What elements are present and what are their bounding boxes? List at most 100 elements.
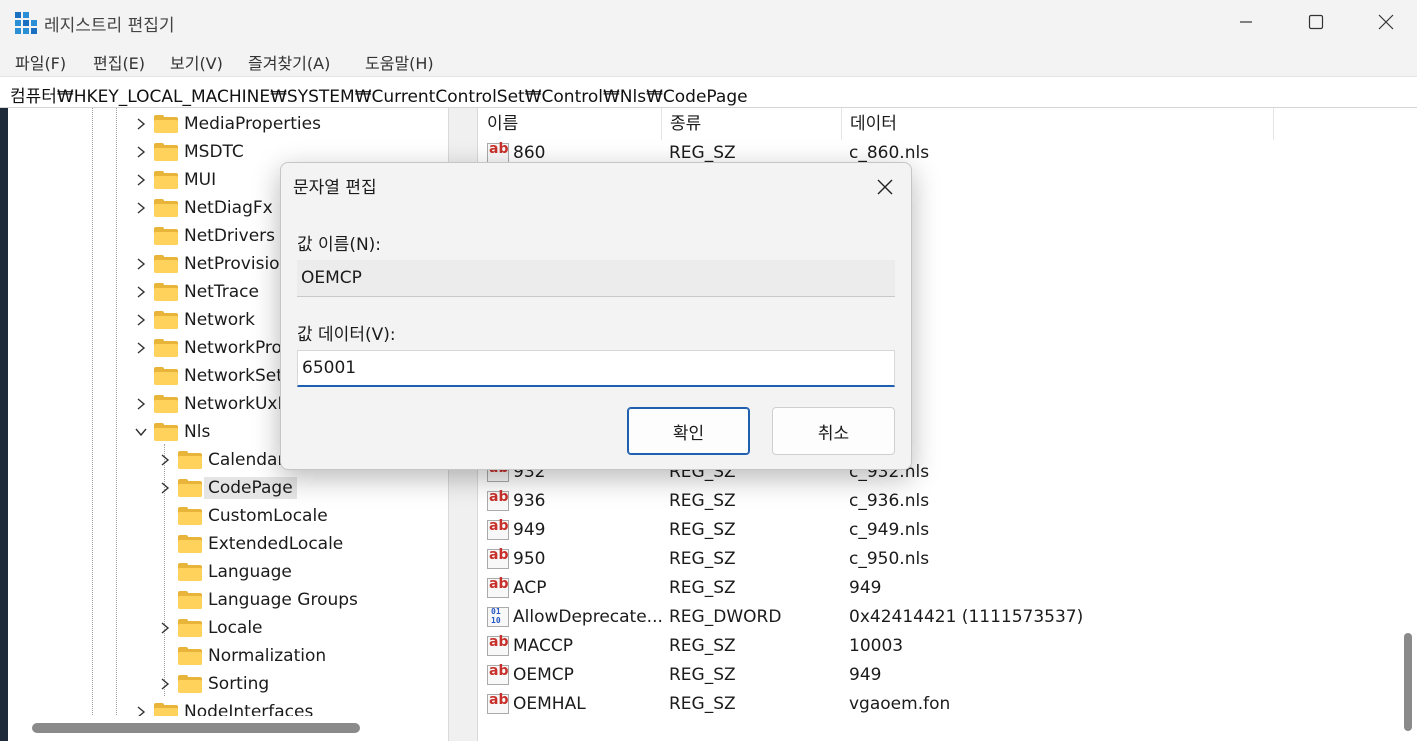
folder-icon	[154, 423, 178, 441]
value-data-cell: 949	[849, 665, 882, 685]
tree-node[interactable]: Sorting	[158, 670, 269, 698]
list-row[interactable]: OEMHAL REG_SZ vgaoem.fon	[479, 691, 1399, 720]
tree-node[interactable]: NetDrivers	[134, 222, 275, 250]
value-name-cell: ACP	[513, 578, 547, 598]
value-type-cell: REG_SZ	[669, 491, 736, 511]
chevron-down-icon[interactable]	[134, 425, 148, 439]
list-vertical-scrollbar[interactable]	[1400, 108, 1417, 741]
folder-icon	[154, 367, 178, 385]
chevron-right-icon[interactable]	[134, 201, 148, 215]
tree-node[interactable]: CodePage	[158, 474, 297, 502]
chevron-right-icon[interactable]	[134, 173, 148, 187]
column-name[interactable]: 이름	[479, 108, 662, 140]
tree-node[interactable]: Network	[134, 306, 255, 334]
chevron-right-icon[interactable]	[134, 257, 148, 271]
value-data-cell: c_936.nls	[849, 491, 930, 511]
menu-view[interactable]: 보기(V)	[170, 50, 223, 74]
tree-node-label: ExtendedLocale	[208, 534, 344, 554]
tree-node-label: Language Groups	[208, 590, 358, 610]
chevron-right-icon[interactable]	[134, 341, 148, 355]
value-name-cell: AllowDeprecate...	[513, 607, 663, 627]
folder-icon	[178, 675, 202, 693]
dialog-title: 문자열 편집	[293, 178, 377, 198]
value-name-field[interactable]	[297, 260, 895, 297]
tree-node[interactable]: Language Groups	[158, 586, 358, 614]
tree-node-label: NetDrivers	[184, 226, 276, 246]
chevron-right-icon[interactable]	[134, 397, 148, 411]
value-type-cell: REG_DWORD	[669, 607, 782, 627]
folder-icon	[178, 535, 202, 553]
dialog-close-button[interactable]	[871, 173, 899, 201]
list-row[interactable]: OEMCP REG_SZ 949	[479, 662, 1399, 691]
chevron-right-icon[interactable]	[134, 145, 148, 159]
background-window-strip	[0, 108, 8, 741]
value-type-cell: REG_SZ	[669, 665, 736, 685]
column-type[interactable]: 종류	[662, 108, 842, 140]
list-row[interactable]: 936 REG_SZ c_936.nls	[479, 488, 1399, 517]
list-row[interactable]: 950 REG_SZ c_950.nls	[479, 546, 1399, 575]
tree-node[interactable]: Locale	[158, 614, 263, 642]
list-row[interactable]: 949 REG_SZ c_949.nls	[479, 517, 1399, 546]
tree-node[interactable]: Calendars	[158, 446, 293, 474]
tree-node-label: MSDTC	[184, 142, 244, 162]
chevron-right-icon[interactable]	[134, 285, 148, 299]
minimize-button[interactable]	[1210, 0, 1282, 44]
menu-file[interactable]: 파일(F)	[15, 50, 66, 74]
tree-node[interactable]: Language	[158, 558, 292, 586]
tree-node[interactable]: MSDTC	[134, 138, 244, 166]
tree-scroll-thumb[interactable]	[32, 723, 360, 733]
maximize-button[interactable]	[1280, 0, 1352, 44]
string-value-icon	[487, 634, 509, 656]
tree-node[interactable]: ExtendedLocale	[158, 530, 343, 558]
tree-node[interactable]: CustomLocale	[158, 502, 328, 530]
list-row[interactable]: ACP REG_SZ 949	[479, 575, 1399, 604]
folder-icon	[178, 451, 202, 469]
menu-help[interactable]: 도움말(H)	[365, 50, 434, 74]
ok-button[interactable]: 확인	[627, 407, 750, 455]
chevron-right-icon[interactable]	[134, 313, 148, 327]
tree-horizontal-scrollbar[interactable]	[8, 716, 448, 741]
title-bar: 레지스트리 편집기	[0, 0, 1417, 44]
folder-icon	[178, 619, 202, 637]
chevron-right-icon[interactable]	[158, 677, 172, 691]
tree-node[interactable]: MediaProperties	[134, 110, 321, 138]
tree-node[interactable]: NetProvision	[134, 250, 290, 278]
value-data-field[interactable]	[297, 350, 895, 387]
folder-icon	[178, 591, 202, 609]
value-name-label: 값 이름(N):	[297, 235, 382, 255]
list-scroll-thumb[interactable]	[1404, 633, 1412, 731]
value-name-cell: 950	[513, 549, 546, 569]
cancel-button[interactable]: 취소	[772, 407, 895, 455]
chevron-right-icon[interactable]	[158, 481, 172, 495]
tree-node[interactable]: MUI	[134, 166, 216, 194]
menu-edit[interactable]: 편집(E)	[93, 50, 145, 74]
chevron-right-icon[interactable]	[134, 117, 148, 131]
address-path[interactable]: 컴퓨터₩HKEY_LOCAL_MACHINE₩SYSTEM₩CurrentCon…	[10, 82, 748, 107]
close-button[interactable]	[1350, 0, 1417, 44]
value-data-cell: 0x42414421 (1111573537)	[849, 607, 1084, 627]
list-row[interactable]: MACCP REG_SZ 10003	[479, 633, 1399, 662]
value-type-cell: REG_SZ	[669, 549, 736, 569]
chevron-right-icon[interactable]	[158, 621, 172, 635]
chevron-right-icon[interactable]	[158, 453, 172, 467]
folder-icon	[154, 143, 178, 161]
tree-guide-line	[92, 108, 93, 741]
column-data[interactable]: 데이터	[842, 108, 1274, 140]
menu-favorites[interactable]: 즐겨찾기(A)	[248, 50, 330, 74]
string-value-icon	[487, 547, 509, 569]
value-type-cell: REG_SZ	[669, 578, 736, 598]
folder-icon	[178, 647, 202, 665]
tree-node[interactable]: NetDiagFx	[134, 194, 273, 222]
tree-node-label: CustomLocale	[208, 506, 328, 526]
address-bar[interactable]: 컴퓨터₩HKEY_LOCAL_MACHINE₩SYSTEM₩CurrentCon…	[0, 76, 1417, 108]
value-data-cell: 949	[849, 578, 882, 598]
value-type-cell: REG_SZ	[669, 694, 736, 714]
window-title: 레지스트리 편집기	[44, 16, 175, 36]
menu-bar: 파일(F) 편집(E) 보기(V) 즐겨찾기(A) 도움말(H)	[0, 44, 1417, 76]
list-row[interactable]: AllowDeprecate... REG_DWORD 0x42414421 (11…	[479, 604, 1399, 633]
tree-node[interactable]: Nls	[134, 418, 210, 446]
tree-node[interactable]: NetTrace	[134, 278, 259, 306]
tree-node[interactable]: Normalization	[158, 642, 326, 670]
string-value-icon	[487, 576, 509, 598]
tree-node-label: NetProvision	[184, 254, 291, 274]
